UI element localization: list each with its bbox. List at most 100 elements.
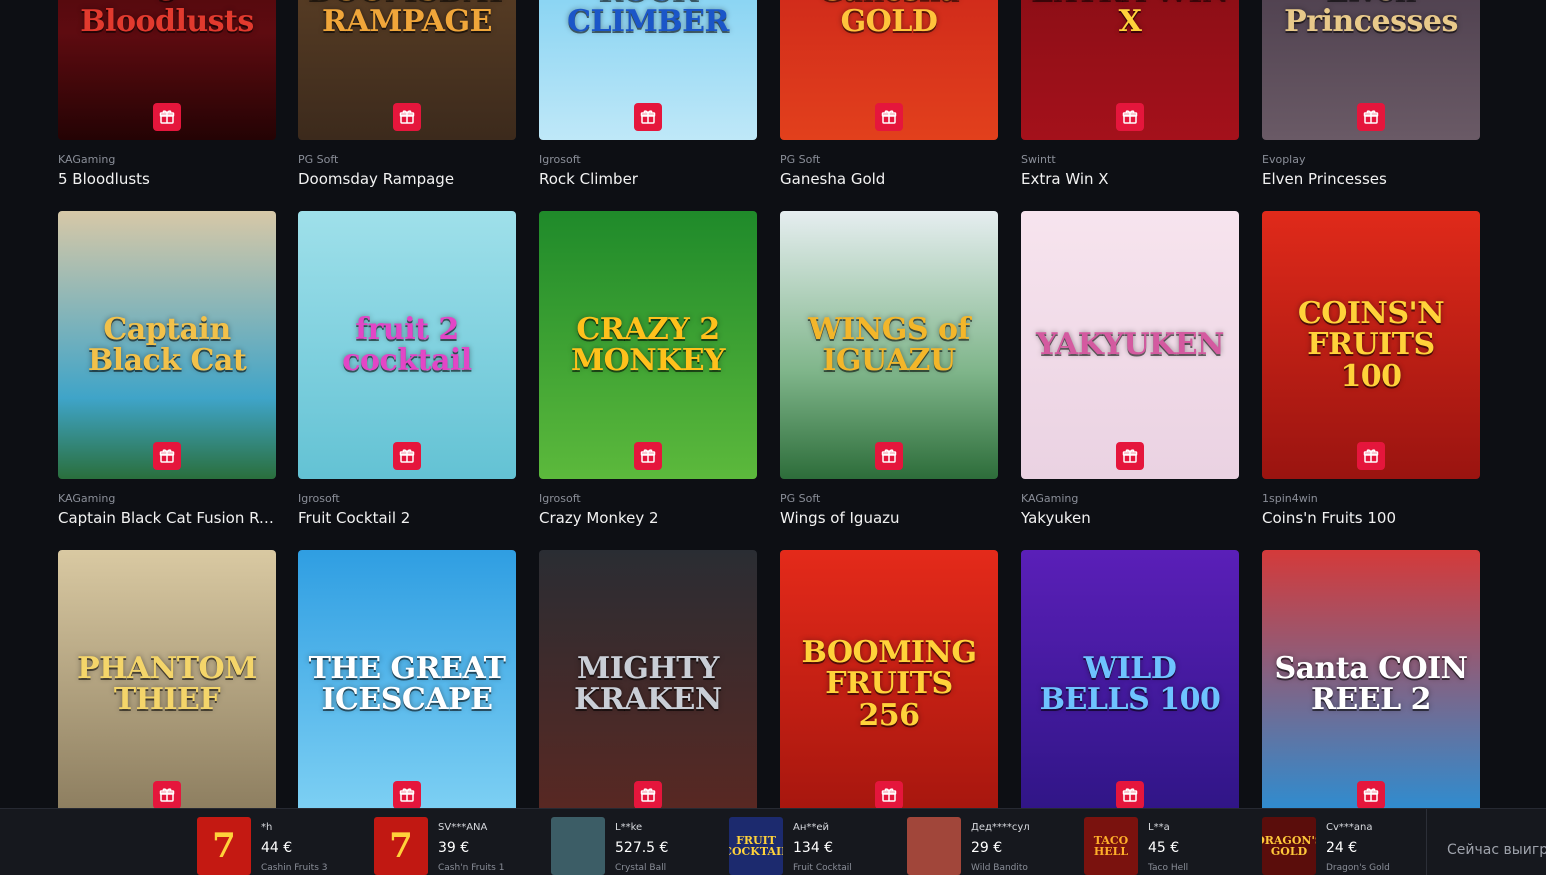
gift-icon[interactable] [1357,442,1385,470]
game-thumbnail[interactable]: MIGHTY KRAKEN [539,550,757,808]
recent-win-thumbnail[interactable]: FRUIT COCKTAIL [729,817,783,875]
recent-win-art: 7 [389,826,413,866]
recent-win-game: Dragon's Gold [1326,863,1390,873]
game-card[interactable]: BOOMING FRUITS 256 [780,550,998,808]
recent-win-art: DRAGON'S GOLD [1262,834,1316,858]
game-name[interactable]: Captain Black Cat Fusion Re... [58,509,276,527]
game-name[interactable]: Extra Win X [1021,170,1239,188]
game-thumbnail[interactable]: Captain Black Cat [58,211,276,479]
game-name[interactable]: Coins'n Fruits 100 [1262,509,1480,527]
game-thumbnail[interactable]: CRAZY 2 MONKEY [539,211,757,479]
game-card[interactable]: WILD BELLS 100 [1021,550,1239,808]
gift-icon[interactable] [393,442,421,470]
game-name[interactable]: Elven Princesses [1262,170,1480,188]
gift-icon[interactable] [1116,442,1144,470]
game-artwork-title: EXTRA WIN X [1031,0,1229,39]
recent-win-game: Taco Hell [1148,863,1189,873]
game-card[interactable]: YAKYUKEN KAGaming Yakyuken [1021,211,1239,527]
game-card[interactable]: CRAZY 2 MONKEY Igrosoft Crazy Monkey 2 [539,211,757,527]
game-name[interactable]: Wings of Iguazu [780,509,998,527]
game-provider: PG Soft [780,153,821,166]
game-name[interactable]: 5 Bloodlusts [58,170,276,188]
game-card[interactable]: EXTRA WIN X Swintt Extra Win X [1021,0,1239,188]
game-card[interactable]: ROCK CLIMBER Igrosoft Rock Climber [539,0,757,188]
recent-win-item[interactable]: 7 *h 44 € Cashin Fruits 3 [197,817,367,875]
gift-icon[interactable] [875,781,903,808]
game-thumbnail[interactable]: EXTRA WIN X [1021,0,1239,140]
gift-icon[interactable] [875,103,903,131]
recent-win-amount: 134 € [793,840,834,856]
game-thumbnail[interactable]: THE GREAT ICESCAPE [298,550,516,808]
game-card[interactable]: Santa COIN REEL 2 [1262,550,1480,808]
game-name[interactable]: Yakyuken [1021,509,1239,527]
recent-win-item[interactable]: DRAGON'S GOLD Cv***ana 24 € Dragon's Gold [1262,817,1432,875]
recent-win-thumbnail[interactable] [907,817,961,875]
game-provider: KAGaming [58,153,116,166]
game-card[interactable]: Elven Princesses Evoplay Elven Princesses [1262,0,1480,188]
recent-win-item[interactable]: L**ke 527.5 € Crystal Ball [551,817,721,875]
game-card[interactable]: THE GREAT ICESCAPE [298,550,516,808]
recent-win-thumbnail[interactable]: DRAGON'S GOLD [1262,817,1316,875]
recent-win-thumbnail[interactable]: 7 [197,817,251,875]
recent-win-item[interactable]: Дед****сул 29 € Wild Bandito [907,817,1077,875]
recent-win-amount: 44 € [261,840,293,856]
recent-win-thumbnail[interactable] [551,817,605,875]
gift-icon[interactable] [153,442,181,470]
game-thumbnail[interactable]: 5 Bloodlusts [58,0,276,140]
gift-icon[interactable] [153,781,181,808]
game-card[interactable]: MIGHTY KRAKEN [539,550,757,808]
gift-icon[interactable] [875,442,903,470]
recent-win-item[interactable]: 7 SV***ANA 39 € Cash'n Fruits 1 [374,817,544,875]
recent-win-item[interactable]: TACO HELL L**a 45 € Taco Hell [1084,817,1254,875]
game-thumbnail[interactable]: BOOMING FRUITS 256 [780,550,998,808]
recent-win-user: Дед****сул [971,822,1030,833]
gift-icon[interactable] [153,103,181,131]
recent-win-game: Cash'n Fruits 1 [438,863,505,873]
game-thumbnail[interactable]: Ganesha GOLD [780,0,998,140]
game-name[interactable]: Fruit Cocktail 2 [298,509,516,527]
recent-win-amount: 24 € [1326,840,1358,856]
game-card[interactable]: DOOMSDAY RAMPAGE PG Soft Doomsday Rampage [298,0,516,188]
game-thumbnail[interactable]: ROCK CLIMBER [539,0,757,140]
recent-win-thumbnail[interactable]: 7 [374,817,428,875]
gift-icon[interactable] [393,103,421,131]
game-card[interactable]: PHANTOM THIEF [58,550,276,808]
game-artwork-title: DOOMSDAY RAMPAGE [308,0,507,39]
game-thumbnail[interactable]: DOOMSDAY RAMPAGE [298,0,516,140]
recent-win-thumbnail[interactable]: TACO HELL [1084,817,1138,875]
gift-icon[interactable] [393,781,421,808]
game-card[interactable]: COINS'N FRUITS 100 1spin4win Coins'n Fruit… [1262,211,1480,527]
gift-icon[interactable] [1357,781,1385,808]
game-card[interactable]: WINGS of IGUAZU PG Soft Wings of Iguazu [780,211,998,527]
game-card[interactable]: fruit 2 cocktail Igrosoft Fruit Cocktail 2 [298,211,516,527]
game-thumbnail[interactable]: WINGS of IGUAZU [780,211,998,479]
gift-icon[interactable] [1116,103,1144,131]
gift-icon[interactable] [1357,103,1385,131]
game-name[interactable]: Crazy Monkey 2 [539,509,757,527]
game-card[interactable]: Captain Black Cat KAGaming Captain Black C… [58,211,276,527]
gift-icon[interactable] [634,442,662,470]
gift-icon[interactable] [634,781,662,808]
game-card[interactable]: 5 Bloodlusts KAGaming 5 Bloodlusts [58,0,276,188]
game-thumbnail[interactable]: WILD BELLS 100 [1021,550,1239,808]
game-thumbnail[interactable]: fruit 2 cocktail [298,211,516,479]
game-thumbnail[interactable]: COINS'N FRUITS 100 [1262,211,1480,479]
game-thumbnail[interactable]: PHANTOM THIEF [58,550,276,808]
game-artwork-title: WILD BELLS 100 [1039,650,1221,717]
game-thumbnail[interactable]: Elven Princesses [1262,0,1480,140]
ticker-label[interactable]: Сейчас выигр [1447,842,1546,858]
recent-win-user: Ан**ей [793,822,830,833]
game-name[interactable]: Doomsday Rampage [298,170,516,188]
game-provider: Swintt [1021,153,1056,166]
gift-icon[interactable] [634,103,662,131]
game-artwork-title: MIGHTY KRAKEN [574,650,722,717]
game-card[interactable]: Ganesha GOLD PG Soft Ganesha Gold [780,0,998,188]
recent-win-item[interactable]: FRUIT COCKTAIL Ан**ей 134 € Fruit Cocktail [729,817,899,875]
game-artwork-title: fruit 2 cocktail [342,311,472,378]
recent-win-amount: 527.5 € [615,840,669,856]
game-thumbnail[interactable]: Santa COIN REEL 2 [1262,550,1480,808]
game-name[interactable]: Rock Climber [539,170,757,188]
game-thumbnail[interactable]: YAKYUKEN [1021,211,1239,479]
gift-icon[interactable] [1116,781,1144,808]
game-name[interactable]: Ganesha Gold [780,170,998,188]
